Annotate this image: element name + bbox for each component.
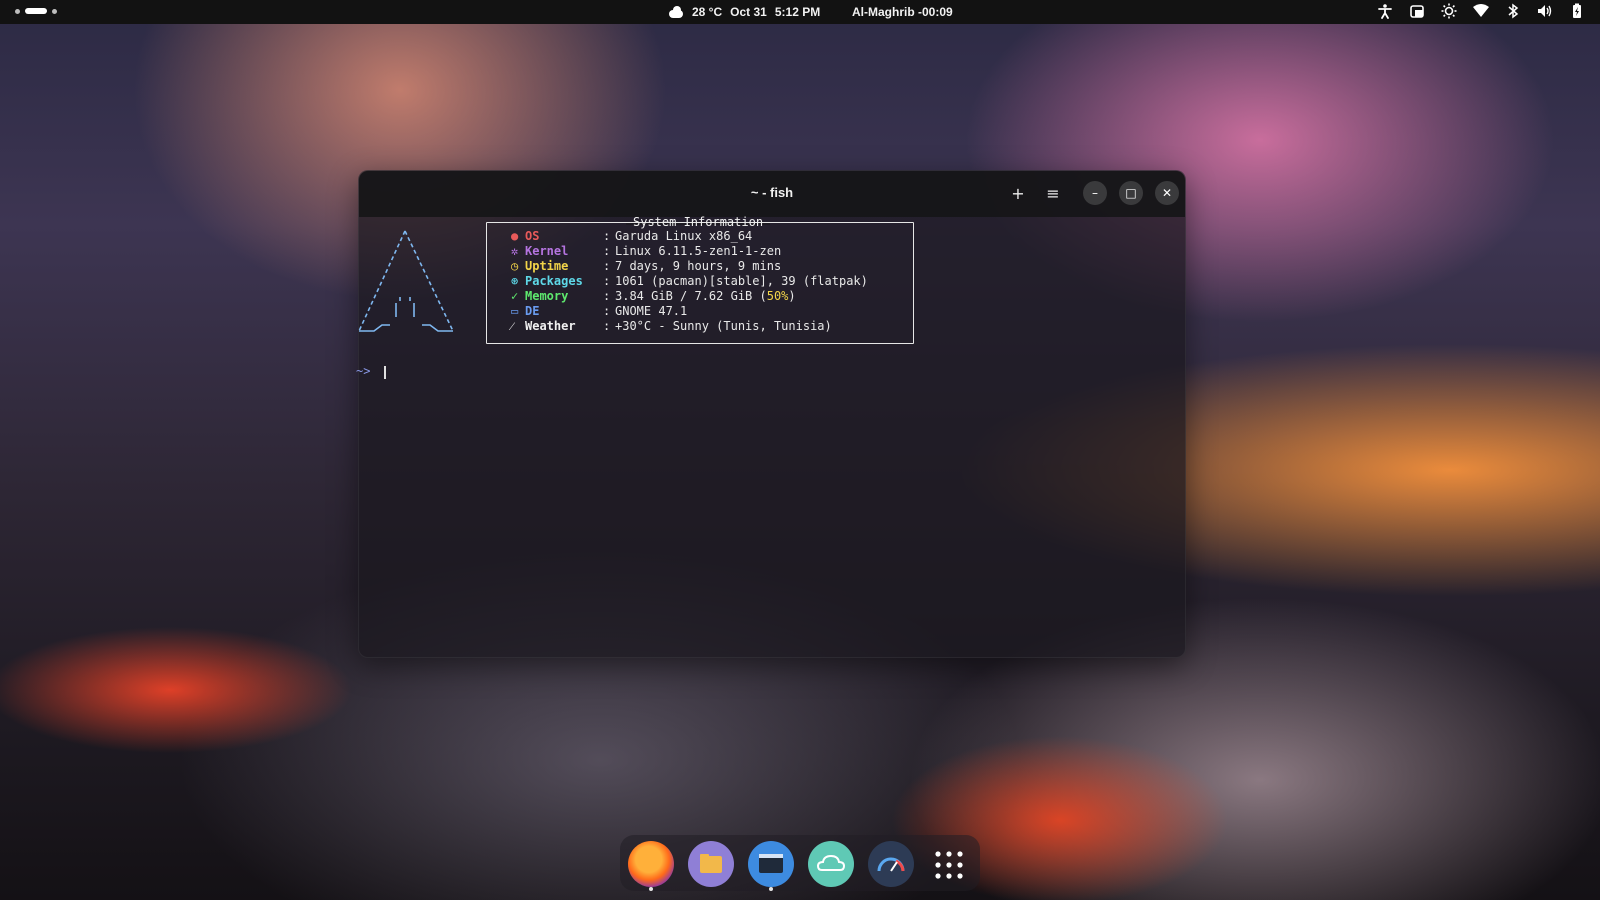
de-icon: ▭ <box>511 304 519 318</box>
memory-value: 3.84 GiB / 7.62 GiB ( <box>615 289 767 303</box>
info-key: Memory <box>525 289 569 303</box>
close-button[interactable]: ✕ <box>1155 181 1179 205</box>
info-value: Linux 6.11.5-zen1-1-zen <box>615 244 782 258</box>
info-value: Garuda Linux x86_64 <box>615 229 753 243</box>
separator: : <box>603 289 611 303</box>
info-key: Kernel <box>525 244 569 258</box>
running-indicator <box>649 887 653 891</box>
separator: : <box>603 304 611 318</box>
shell-prompt: ~> <box>356 364 371 378</box>
weather-temp: 28 °C <box>692 5 723 19</box>
kernel-icon: ✲ <box>511 244 519 258</box>
minimize-button[interactable]: – <box>1083 181 1107 205</box>
text-cursor[interactable] <box>384 366 386 379</box>
show-apps-button[interactable] <box>926 841 972 887</box>
app-grid-icon <box>935 851 963 879</box>
os-icon: ● <box>511 229 519 243</box>
info-key: OS <box>525 229 540 243</box>
menu-button[interactable]: ≡ <box>1040 181 1066 207</box>
info-row-de: ▭ DE : GNOME 47.1 <box>511 304 687 319</box>
terminal-glyph-icon <box>759 854 783 873</box>
accessibility-icon[interactable] <box>1376 3 1394 22</box>
terminal-header-bar[interactable]: ~ - fish + ≡ – □ ✕ <box>359 171 1185 217</box>
info-value: +30°C - Sunny (Tunis, Tunisia) <box>615 319 832 333</box>
top-bar: 28 °C Oct 31 5:12 PM Al-Maghrib -00:09 <box>0 0 1600 24</box>
info-value: 1061 (pacman)[stable], 39 (flatpak) <box>615 274 868 288</box>
memory-icon: ✓ <box>511 289 519 303</box>
workspace-dot[interactable] <box>15 8 20 14</box>
info-row-weather: ⁄ Weather : +30°C - Sunny (Tunis, Tunisi… <box>511 319 832 334</box>
maximize-button[interactable]: □ <box>1119 181 1143 205</box>
weather-cloud-icon <box>668 6 684 18</box>
terminal-app-icon[interactable] <box>748 841 794 891</box>
system-info-box: System Information ● OS : Garuda Linux x… <box>486 215 914 344</box>
separator: : <box>603 274 611 288</box>
info-key: Packages <box>525 274 583 288</box>
info-row-kernel: ✲ Kernel : Linux 6.11.5-zen1-1-zen <box>511 244 781 259</box>
system-monitor-icon[interactable] <box>868 841 914 887</box>
bluetooth-icon[interactable] <box>1504 3 1522 22</box>
system-info-title: System Information <box>625 215 771 229</box>
battery-icon[interactable] <box>1568 3 1586 22</box>
files-icon[interactable] <box>688 841 734 887</box>
date: Oct 31 <box>730 5 767 19</box>
separator: : <box>603 244 611 258</box>
clock-area[interactable]: 28 °C Oct 31 5:12 PM <box>668 0 820 24</box>
running-indicator <box>769 887 773 891</box>
info-key: Weather <box>525 319 576 333</box>
separator: : <box>603 319 611 333</box>
info-row-packages: ⊛ Packages : 1061 (pacman)[stable], 39 (… <box>511 274 868 289</box>
memory-percent: 50% <box>766 289 789 303</box>
brightness-icon[interactable] <box>1440 3 1458 22</box>
screenshot-icon[interactable] <box>1408 3 1426 22</box>
workspace-dot[interactable] <box>52 8 57 14</box>
time: 5:12 PM <box>774 5 821 19</box>
info-row-os: ● OS : Garuda Linux x86_64 <box>511 229 752 244</box>
info-key: DE <box>525 304 540 318</box>
dock <box>620 835 980 891</box>
folder-icon <box>700 854 722 873</box>
uptime-icon: ◷ <box>511 259 519 273</box>
system-tray[interactable] <box>1376 0 1586 24</box>
packages-icon: ⊛ <box>511 274 519 288</box>
separator: : <box>603 259 611 273</box>
weather-icon: ⁄ <box>511 319 514 333</box>
garuda-ascii-logo <box>358 230 454 332</box>
info-value: 3.84 GiB / 7.62 GiB (50%) <box>615 289 796 304</box>
workspace-active[interactable] <box>25 8 47 14</box>
workspace-indicator[interactable] <box>15 8 57 14</box>
cloud-icon <box>816 854 846 871</box>
prayer-time[interactable]: Al-Maghrib -00:09 <box>852 0 953 24</box>
info-value: 7 days, 9 hours, 9 mins <box>615 259 782 273</box>
info-key: Uptime <box>525 259 569 273</box>
info-row-memory: ✓ Memory : 3.84 GiB / 7.62 GiB (50%) <box>511 289 796 304</box>
wifi-icon[interactable] <box>1472 3 1490 22</box>
new-tab-button[interactable]: + <box>1005 181 1031 207</box>
firefox-icon[interactable] <box>628 841 674 891</box>
separator: : <box>603 229 611 243</box>
gauge-icon <box>877 857 905 872</box>
volume-icon[interactable] <box>1536 3 1554 22</box>
info-row-uptime: ◷ Uptime : 7 days, 9 hours, 9 mins <box>511 259 781 274</box>
info-value: GNOME 47.1 <box>615 304 688 318</box>
weather-app-icon[interactable] <box>808 841 854 887</box>
memory-close: ) <box>788 289 796 303</box>
